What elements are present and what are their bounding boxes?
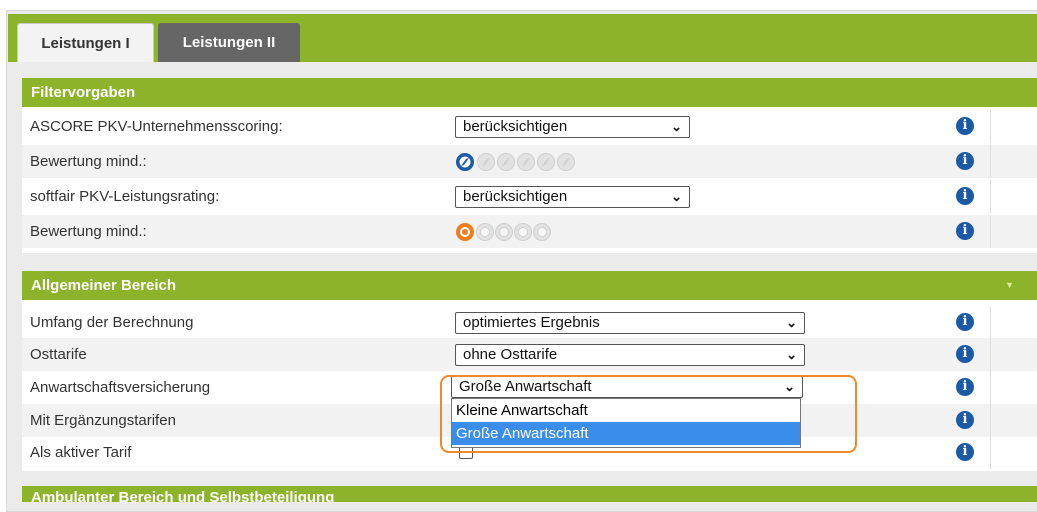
ascore-select[interactable]: berücksichtigen ⌄ <box>455 116 690 138</box>
tab-leistungen-2[interactable]: Leistungen II <box>158 23 300 62</box>
umfang-select[interactable]: optimiertes Ergebnis ⌄ <box>455 312 805 334</box>
highlight-annotation <box>440 375 857 453</box>
chevron-down-icon: ⌄ <box>671 189 682 204</box>
ambulant-section-header[interactable]: Ambulanter Bereich und Selbstbeteiligung <box>22 486 1037 502</box>
row-label: Als aktiver Tarif <box>30 444 132 461</box>
divider <box>990 145 991 178</box>
divider <box>990 404 991 437</box>
filter-section: Filtervorgaben ASCORE PKV-Unternehmenssc… <box>22 78 1037 253</box>
select-value: optimiertes Ergebnis <box>463 314 600 331</box>
row-label: ASCORE PKV-Unternehmensscoring: <box>30 118 283 135</box>
row-label: Bewertung mind.: <box>30 223 147 240</box>
select-value: berücksichtigen <box>463 188 568 205</box>
softfair-rating[interactable] <box>455 222 595 242</box>
divider <box>990 306 991 339</box>
compass-icon[interactable] <box>497 153 515 171</box>
chevron-down-icon: ⌄ <box>786 347 797 362</box>
divider <box>990 110 991 143</box>
divider <box>990 215 991 248</box>
circle-icon[interactable] <box>514 223 532 241</box>
circle-icon[interactable] <box>476 223 494 241</box>
info-icon[interactable]: i <box>956 411 974 429</box>
general-section-header[interactable]: Allgemeiner Bereich ▼ <box>22 271 1037 300</box>
info-icon[interactable]: i <box>956 443 974 461</box>
row-label: Bewertung mind.: <box>30 153 147 170</box>
info-icon[interactable]: i <box>956 117 974 135</box>
row-ascore: ASCORE PKV-Unternehmensscoring: berücksi… <box>22 110 1037 143</box>
info-icon[interactable]: i <box>956 313 974 331</box>
divider <box>990 338 991 371</box>
row-softfair-rating: Bewertung mind.: i <box>22 215 1037 248</box>
osttarife-select[interactable]: ohne Osttarife ⌄ <box>455 344 805 366</box>
info-icon[interactable]: i <box>956 378 974 396</box>
filter-section-header[interactable]: Filtervorgaben <box>22 78 1037 107</box>
info-icon[interactable]: i <box>956 152 974 170</box>
select-value: berücksichtigen <box>463 118 568 135</box>
select-value: ohne Osttarife <box>463 346 558 363</box>
row-ascore-rating: Bewertung mind.: i <box>22 145 1037 178</box>
circle-icon[interactable] <box>533 223 551 241</box>
softfair-select[interactable]: berücksichtigen ⌄ <box>455 186 690 208</box>
circle-icon[interactable] <box>495 223 513 241</box>
tab-leistungen-1[interactable]: Leistungen I <box>17 23 154 62</box>
compass-icon[interactable] <box>517 153 535 171</box>
chevron-down-icon: ⌄ <box>671 119 682 134</box>
info-icon[interactable]: i <box>956 187 974 205</box>
chevron-down-icon: ⌄ <box>786 315 797 330</box>
row-label: softfair PKV-Leistungsrating: <box>30 188 220 205</box>
row-label: Umfang der Berechnung <box>30 314 194 331</box>
row-umfang: Umfang der Berechnung optimiertes Ergebn… <box>22 306 1037 339</box>
collapse-caret-icon[interactable]: ▼ <box>1005 271 1014 300</box>
row-label: Osttarife <box>30 346 87 363</box>
divider <box>990 180 991 213</box>
compass-icon[interactable] <box>456 153 474 171</box>
row-label: Anwartschaftsversicherung <box>30 379 211 396</box>
divider <box>990 371 991 404</box>
row-osttarife: Osttarife ohne Osttarife ⌄ i <box>22 338 1037 371</box>
compass-icon[interactable] <box>477 153 495 171</box>
row-softfair: softfair PKV-Leistungsrating: berücksich… <box>22 180 1037 213</box>
info-icon[interactable]: i <box>956 222 974 240</box>
divider <box>990 436 991 469</box>
section-title: Filtervorgaben <box>31 84 136 101</box>
compass-icon[interactable] <box>557 153 575 171</box>
circle-icon[interactable] <box>456 223 474 241</box>
section-title: Ambulanter Bereich und Selbstbeteiligung <box>31 489 335 502</box>
row-label: Mit Ergänzungstarifen <box>30 412 176 429</box>
compass-icon[interactable] <box>537 153 555 171</box>
ascore-rating[interactable] <box>455 152 595 172</box>
info-icon[interactable]: i <box>956 345 974 363</box>
section-title: Allgemeiner Bereich <box>31 277 177 294</box>
